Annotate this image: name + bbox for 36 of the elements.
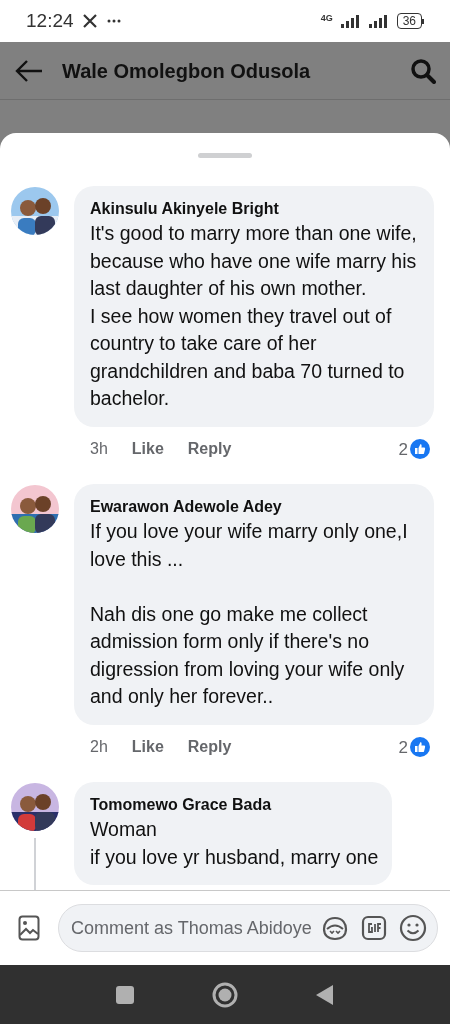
like-icon <box>410 737 430 758</box>
reply-link[interactable]: Reply <box>187 437 232 462</box>
page-title: Wale Omolegbon Odusola <box>62 58 312 84</box>
gif-icon[interactable] <box>361 915 387 941</box>
back-arrow-icon[interactable] <box>14 58 44 83</box>
signal-icon <box>340 14 361 28</box>
signal-icon <box>368 14 389 28</box>
comment-time: 2h <box>90 737 108 758</box>
emoji-icon[interactable] <box>399 914 427 942</box>
search-icon[interactable] <box>410 57 436 84</box>
x-logo-icon <box>81 13 98 29</box>
battery-indicator: 36 <box>396 13 422 29</box>
reaction-count: 2 <box>398 736 408 759</box>
comment-text: It's good to marry more than one wife, because who have one wife marry his last daughter of his own mother. I see how women they travel out of country to take care of her grandchildren and baba 70 turned to bachelor. <box>90 221 418 411</box>
comment-author[interactable]: Tomomewo Grace Bada <box>90 794 379 816</box>
status-time: 12:24 <box>26 8 74 33</box>
comment-time: 3h <box>90 439 108 460</box>
home-icon[interactable] <box>212 981 238 1008</box>
like-link[interactable]: Like <box>131 437 164 462</box>
comment-author[interactable]: Akinsulu Akinyele Bright <box>90 198 420 220</box>
comment-field[interactable]: Comment as Thomas Abidoye <box>58 904 438 952</box>
reply-link[interactable]: Reply <box>187 735 232 760</box>
back-icon[interactable] <box>316 984 334 1005</box>
like-icon <box>410 439 430 460</box>
network-label: 4G <box>320 14 333 23</box>
avatar-sticker-icon[interactable] <box>321 915 349 941</box>
comment-text: If you love your wife marry only one,I love this ... Nah dis one go make me collect admission form only if there's no digression from loving your wife only and only her forever.. <box>90 519 409 709</box>
more-icon <box>105 18 122 24</box>
comment-placeholder: Comment as Thomas Abidoye <box>71 917 313 939</box>
drag-handle[interactable] <box>198 153 252 158</box>
recents-icon[interactable] <box>116 985 134 1004</box>
image-icon[interactable] <box>18 915 40 941</box>
comment-text: Woman if you love yr husband, marry one <box>90 817 379 870</box>
reaction-count: 2 <box>398 438 408 461</box>
comment-author[interactable]: Ewarawon Adewole Adey <box>90 496 420 518</box>
like-link[interactable]: Like <box>131 735 164 760</box>
